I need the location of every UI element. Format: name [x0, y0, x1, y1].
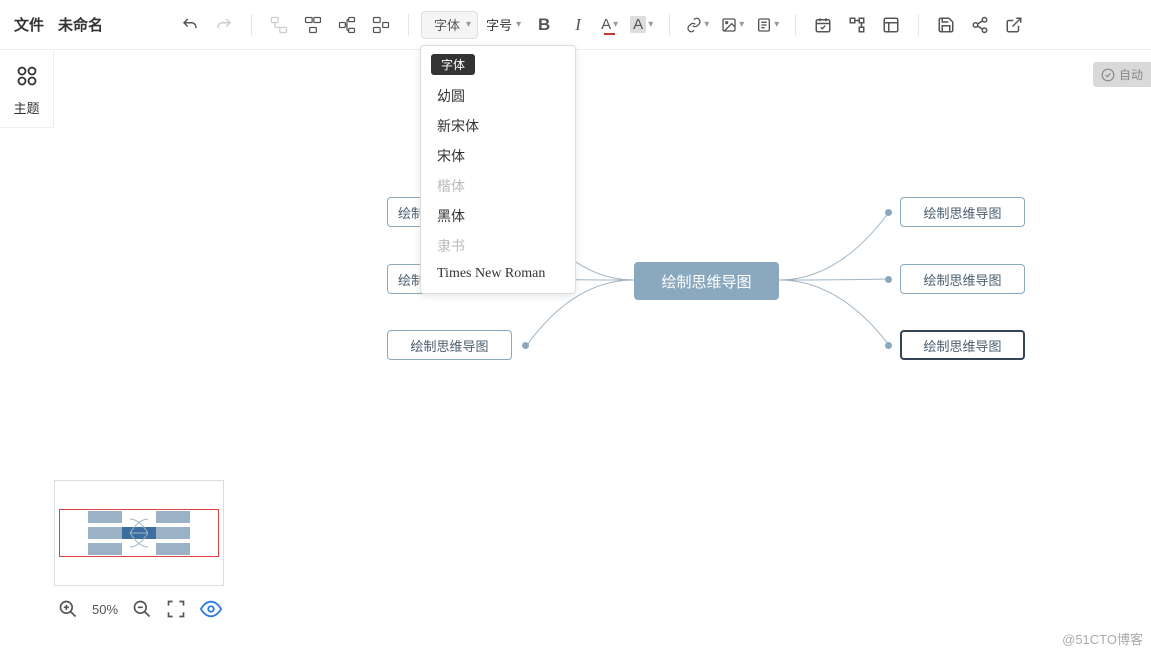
- connector-dot: [885, 276, 892, 283]
- save-button[interactable]: [931, 10, 961, 40]
- link-button[interactable]: ▾: [682, 10, 713, 40]
- zoom-controls: 50%: [58, 598, 222, 620]
- node-tool-1[interactable]: [264, 10, 294, 40]
- connector-dot: [522, 342, 529, 349]
- minimap[interactable]: [54, 480, 224, 586]
- connector-dot: [885, 342, 892, 349]
- share-button[interactable]: [965, 10, 995, 40]
- fit-screen-button[interactable]: [166, 599, 186, 619]
- font-dropdown-menu: 字体 幼圆 新宋体 宋体 楷体 黑体 隶书 Times New Roman: [420, 45, 576, 294]
- font-color-button[interactable]: A▾: [597, 10, 622, 40]
- watermark: @51CTO博客: [1062, 629, 1143, 648]
- child-node-right-3-selected[interactable]: 绘制思维导图: [900, 330, 1025, 360]
- separator: [918, 14, 919, 36]
- external-button[interactable]: [999, 10, 1029, 40]
- connector-dot: [885, 209, 892, 216]
- node-tool-4[interactable]: [366, 10, 396, 40]
- file-name[interactable]: 未命名: [54, 14, 107, 35]
- font-option[interactable]: 楷体: [421, 171, 575, 201]
- separator: [408, 14, 409, 36]
- italic-button[interactable]: I: [563, 10, 593, 40]
- theme-icon[interactable]: [11, 60, 43, 92]
- size-dropdown[interactable]: 字号 ▾: [482, 15, 525, 34]
- theme-label: 主题: [0, 98, 53, 117]
- file-menu[interactable]: 文件: [8, 14, 50, 35]
- zoom-level: 50%: [92, 602, 118, 617]
- node-tool-3[interactable]: [332, 10, 362, 40]
- layout-button[interactable]: [876, 10, 906, 40]
- font-dropdown[interactable]: 字体 ▾: [421, 11, 478, 39]
- font-option[interactable]: 黑体: [421, 201, 575, 231]
- chevron-down-icon: ▾: [466, 19, 471, 30]
- size-dropdown-label: 字号: [486, 15, 512, 34]
- bold-button[interactable]: B: [529, 10, 559, 40]
- highlight-button[interactable]: A▾: [626, 10, 657, 40]
- font-option[interactable]: 幼圆: [421, 81, 575, 111]
- left-sidebar: 主题: [0, 50, 54, 128]
- preview-button[interactable]: [200, 598, 222, 620]
- separator: [795, 14, 796, 36]
- center-node[interactable]: 绘制思维导图: [634, 262, 779, 300]
- node-tool-2[interactable]: [298, 10, 328, 40]
- separator: [669, 14, 670, 36]
- redo-button[interactable]: [209, 10, 239, 40]
- child-node-left-3[interactable]: 绘制思维导图: [387, 330, 512, 360]
- chevron-down-icon: ▾: [516, 19, 521, 30]
- font-dropdown-label: 字体: [434, 15, 460, 34]
- child-node-right-2[interactable]: 绘制思维导图: [900, 264, 1025, 294]
- zoom-in-button[interactable]: [58, 599, 78, 619]
- child-node-right-1[interactable]: 绘制思维导图: [900, 197, 1025, 227]
- font-option[interactable]: 新宋体: [421, 111, 575, 141]
- zoom-out-button[interactable]: [132, 599, 152, 619]
- minimap-viewport: [59, 509, 219, 557]
- font-option[interactable]: 隶书: [421, 231, 575, 261]
- note-button[interactable]: ▾: [752, 10, 783, 40]
- font-option[interactable]: Times New Roman: [421, 261, 575, 287]
- structure-button[interactable]: [842, 10, 872, 40]
- image-button[interactable]: ▾: [717, 10, 748, 40]
- font-popup-header: 字体: [431, 54, 475, 75]
- top-toolbar: 文件 未命名 字体 ▾ 字号 ▾ B I A▾ A▾ ▾ ▾ ▾: [0, 0, 1151, 50]
- font-option[interactable]: 宋体: [421, 141, 575, 171]
- undo-button[interactable]: [175, 10, 205, 40]
- separator: [251, 14, 252, 36]
- calendar-button[interactable]: [808, 10, 838, 40]
